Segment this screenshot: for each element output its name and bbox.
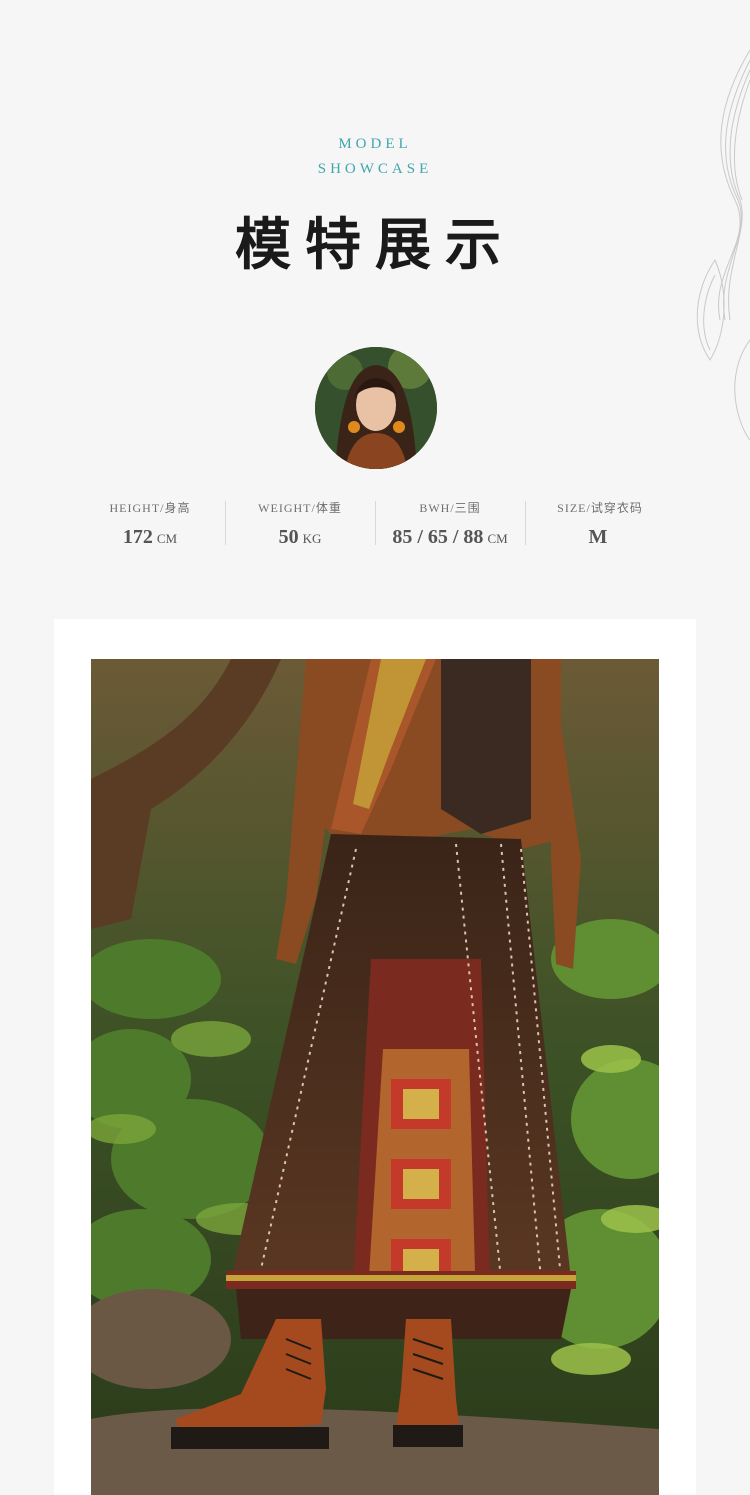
stat-label: BWH/三围 xyxy=(419,501,481,515)
showcase-header: MODEL SHOWCASE 模特展示 xyxy=(0,132,750,281)
eyebrow-model: MODEL xyxy=(338,136,412,152)
page-title: 模特展示 xyxy=(235,212,515,278)
stat-bwh: BWH/三围 85 / 65 / 88 CM xyxy=(375,499,525,549)
stat-value: 50 KG xyxy=(278,526,322,548)
stat-weight: WEIGHT/体重 50 KG xyxy=(225,499,375,549)
model-stats: HEIGHT/身高 172 CM WEIGHT/体重 50 KG BWH/三围 85… xyxy=(75,499,675,549)
model-photo xyxy=(91,659,659,1495)
stat-value: 172 CM xyxy=(122,526,178,548)
stat-value: 85 / 65 / 88 CM xyxy=(392,526,508,548)
stat-value: M xyxy=(588,526,608,548)
model-avatar xyxy=(315,347,437,469)
stat-label: SIZE/试穿衣码 xyxy=(557,501,643,515)
stat-label: WEIGHT/体重 xyxy=(258,501,342,515)
stat-size: SIZE/试穿衣码 M xyxy=(525,499,675,549)
stat-height: HEIGHT/身高 172 CM xyxy=(75,499,225,549)
eyebrow-showcase: SHOWCASE xyxy=(317,161,433,177)
stat-label: HEIGHT/身高 xyxy=(109,501,191,515)
photo-card xyxy=(54,619,696,1495)
